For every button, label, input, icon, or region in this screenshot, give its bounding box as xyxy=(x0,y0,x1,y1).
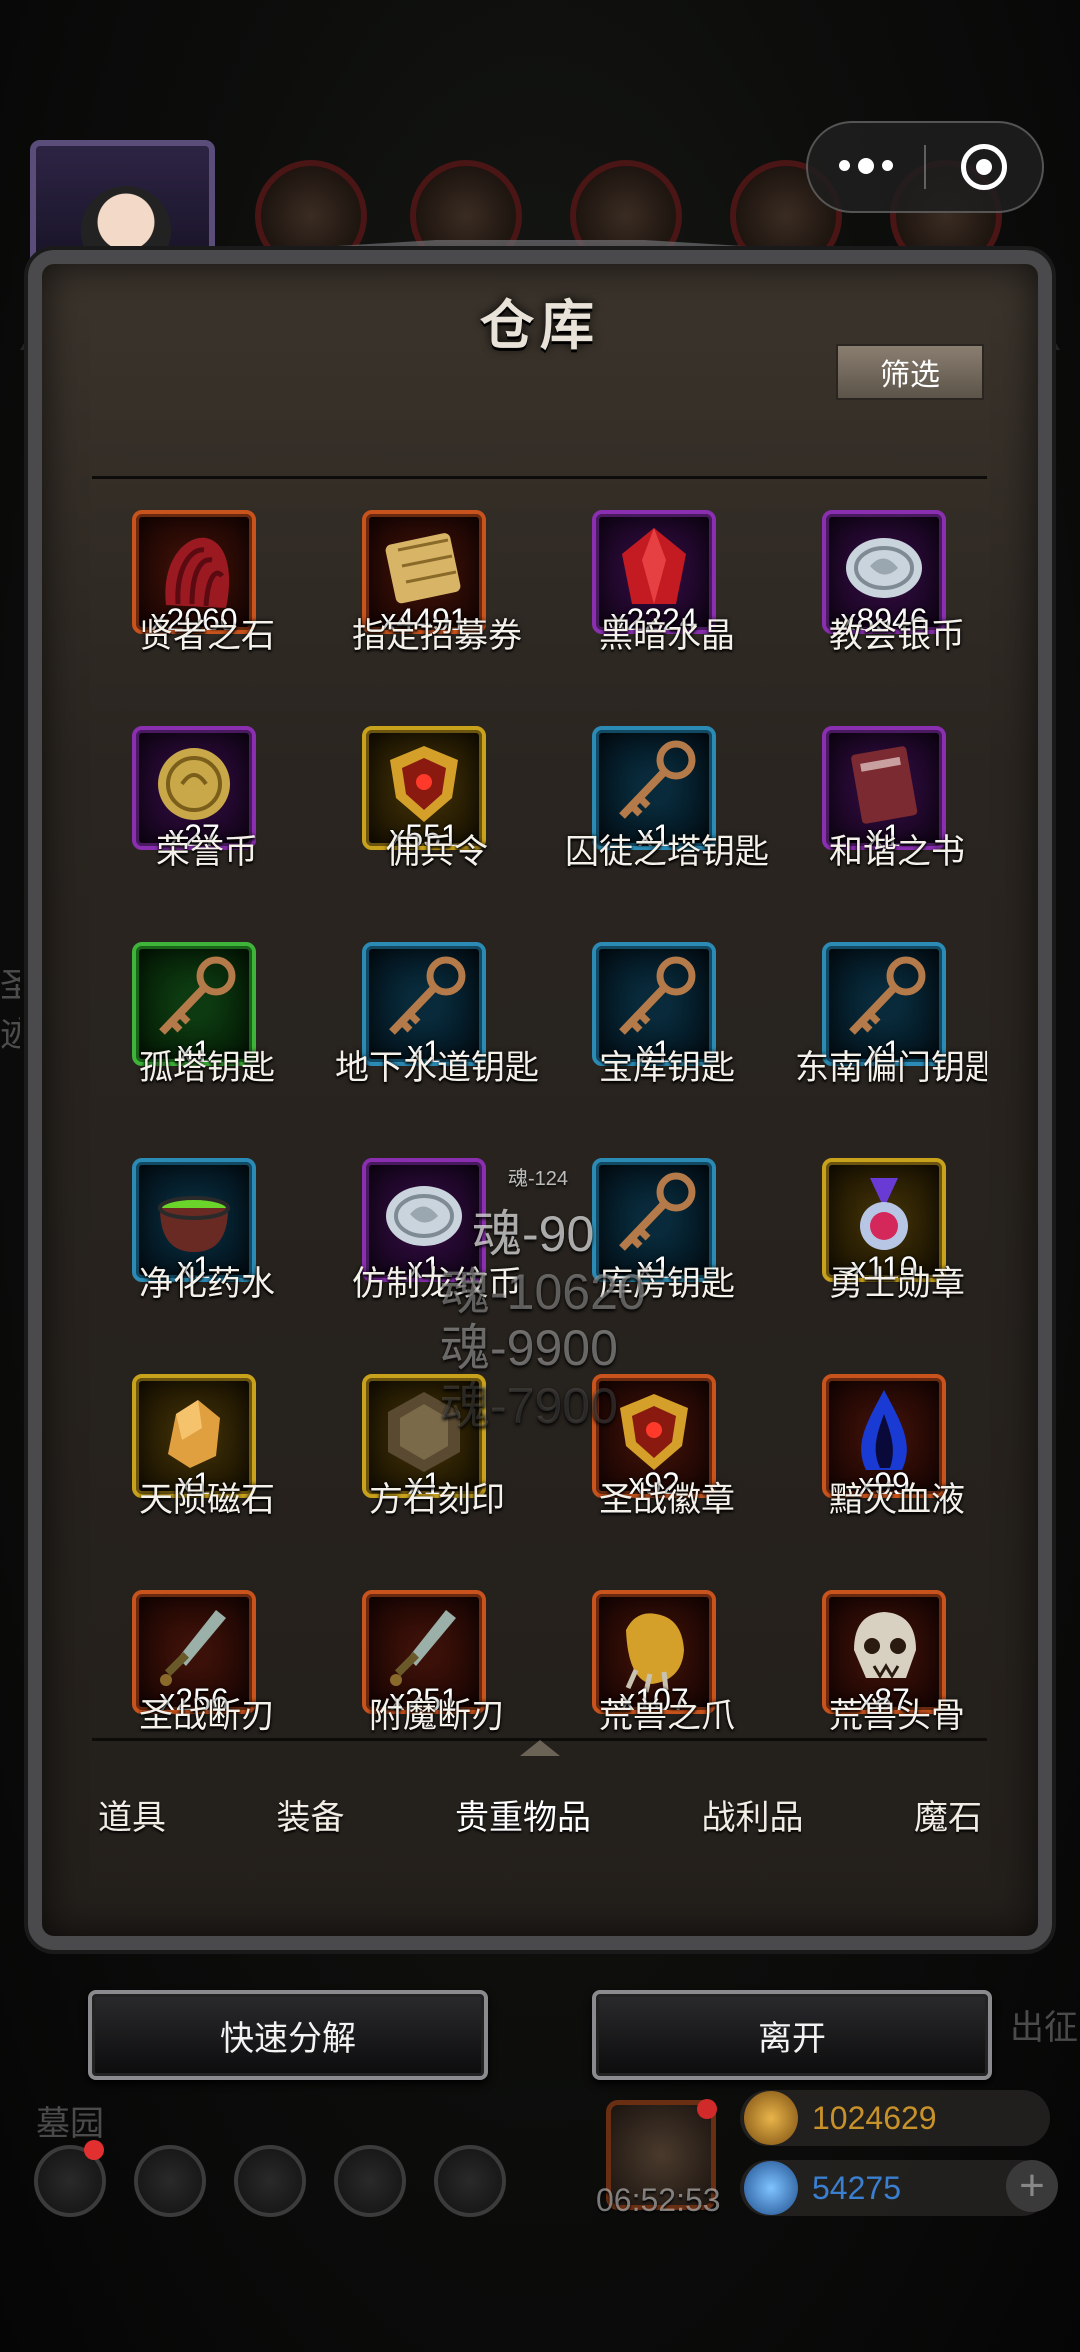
hud-label-graveyard: 墓园 xyxy=(36,2105,104,2143)
item-name: 勇士勋章 xyxy=(829,1265,965,1303)
miniprogram-capsule xyxy=(806,121,1044,213)
item-grid: x2060 贤者之石 x4491 指定招募券 x2224 黑暗水晶 x8946 教会银币 x27… xyxy=(92,490,987,1735)
item-name: 方石刻印 xyxy=(369,1481,505,1519)
tab-magic-stones[interactable]: 魔石 xyxy=(906,1780,990,1849)
more-icon[interactable] xyxy=(808,158,924,174)
item-name: 宝库钥匙 xyxy=(599,1049,735,1087)
gem-amount: 54275 xyxy=(812,2169,901,2206)
floating-text: 魂-7900 xyxy=(440,1378,618,1434)
item-cell[interactable]: x99 黯灭血液 xyxy=(782,1354,987,1534)
gift-timer: 06:52:53 xyxy=(596,2182,721,2218)
floating-text: 魂-124 xyxy=(508,1168,569,1190)
item-cell[interactable]: x8946 教会银币 xyxy=(782,490,987,670)
item-name: 囚徒之塔钥匙 xyxy=(565,833,769,871)
hud-menu-icon[interactable] xyxy=(234,2145,306,2217)
item-name: 和谐之书 xyxy=(829,833,965,871)
item-name: 孤塔钥匙 xyxy=(139,1049,275,1087)
gold-amount: 1024629 xyxy=(812,2099,937,2136)
item-name: 净化药水 xyxy=(139,1265,275,1303)
item-name: 指定招募券 xyxy=(352,617,522,655)
item-cell[interactable]: x2224 黑暗水晶 xyxy=(552,490,782,670)
quick-decompose-button[interactable]: 快速分解 xyxy=(88,1990,488,2080)
gem-counter: 54275 xyxy=(740,2160,1050,2216)
item-cell[interactable]: x27 荣誉币 xyxy=(92,706,322,886)
notification-dot xyxy=(84,2140,104,2160)
category-tabs: 道具 装备 贵重物品 战利品 魔石 xyxy=(70,1752,1010,1876)
item-cell[interactable]: x256 圣战断刃 xyxy=(92,1570,322,1735)
item-cell[interactable]: x110 勇士勋章 xyxy=(782,1138,987,1318)
item-cell[interactable]: x1 净化药水 xyxy=(92,1138,322,1318)
item-cell[interactable]: x1 天陨磁石 xyxy=(92,1354,322,1534)
item-cell[interactable]: x2060 贤者之石 xyxy=(92,490,322,670)
gem-icon xyxy=(744,2161,798,2215)
leave-button[interactable]: 离开 xyxy=(592,1990,992,2080)
hud-label-expedition: 出征 xyxy=(1010,2009,1078,2047)
item-cell[interactable]: x551 佣兵令 xyxy=(322,706,552,886)
item-cell[interactable]: x1 囚徒之塔钥匙 xyxy=(552,706,782,886)
item-name: 附魔断刃 xyxy=(369,1697,505,1735)
item-name: 荒兽之爪 xyxy=(599,1697,735,1735)
item-cell[interactable]: x1 地下水道钥匙 xyxy=(322,922,552,1102)
mail-icon[interactable] xyxy=(334,2145,406,2217)
item-name: 荣誉币 xyxy=(156,833,258,871)
handshake-icon[interactable] xyxy=(434,2145,506,2217)
item-cell[interactable]: x251 附魔断刃 xyxy=(322,1570,552,1735)
item-cell[interactable]: x107 荒兽之爪 xyxy=(552,1570,782,1735)
item-name: 天陨磁石 xyxy=(139,1481,275,1519)
tab-items[interactable]: 道具 xyxy=(90,1780,174,1849)
item-name: 黯灭血液 xyxy=(829,1481,965,1519)
item-name: 东南偏门钥匙 xyxy=(795,1049,987,1087)
item-name: 荒兽头骨 xyxy=(829,1697,965,1735)
panel-title: 仓库 xyxy=(480,292,600,357)
tab-equipment[interactable]: 装备 xyxy=(269,1780,353,1849)
hud-menu-icon[interactable] xyxy=(134,2145,206,2217)
item-cell[interactable]: x1 宝库钥匙 xyxy=(552,922,782,1102)
item-cell[interactable]: x1 和谐之书 xyxy=(782,706,987,886)
item-cell[interactable]: x4491 指定招募券 xyxy=(322,490,552,670)
grid-divider-top xyxy=(92,476,987,479)
gold-coin-icon xyxy=(744,2091,798,2145)
item-cell[interactable]: x87 荒兽头骨 xyxy=(782,1570,987,1735)
item-cell[interactable]: x1 孤塔钥匙 xyxy=(92,922,322,1102)
add-currency-button[interactable]: + xyxy=(1006,2160,1058,2212)
close-target-icon[interactable] xyxy=(926,144,1042,190)
item-name: 地下水道钥匙 xyxy=(335,1049,539,1087)
gold-counter: 1024629 xyxy=(740,2090,1050,2146)
item-name: 贤者之石 xyxy=(139,617,275,655)
item-name: 佣兵令 xyxy=(386,833,488,871)
tab-loot[interactable]: 战利品 xyxy=(694,1780,812,1849)
item-name: 教会银币 xyxy=(829,617,965,655)
item-name: 圣战徽章 xyxy=(599,1481,735,1519)
filter-button[interactable]: 筛选 xyxy=(836,344,984,400)
tab-valuables[interactable]: 贵重物品 xyxy=(447,1780,599,1849)
hud-label-side: 圣迹 xyxy=(0,967,20,1054)
item-cell[interactable]: x1 东南偏门钥匙 xyxy=(782,922,987,1102)
item-name: 黑暗水晶 xyxy=(599,617,735,655)
item-name: 圣战断刃 xyxy=(139,1697,275,1735)
